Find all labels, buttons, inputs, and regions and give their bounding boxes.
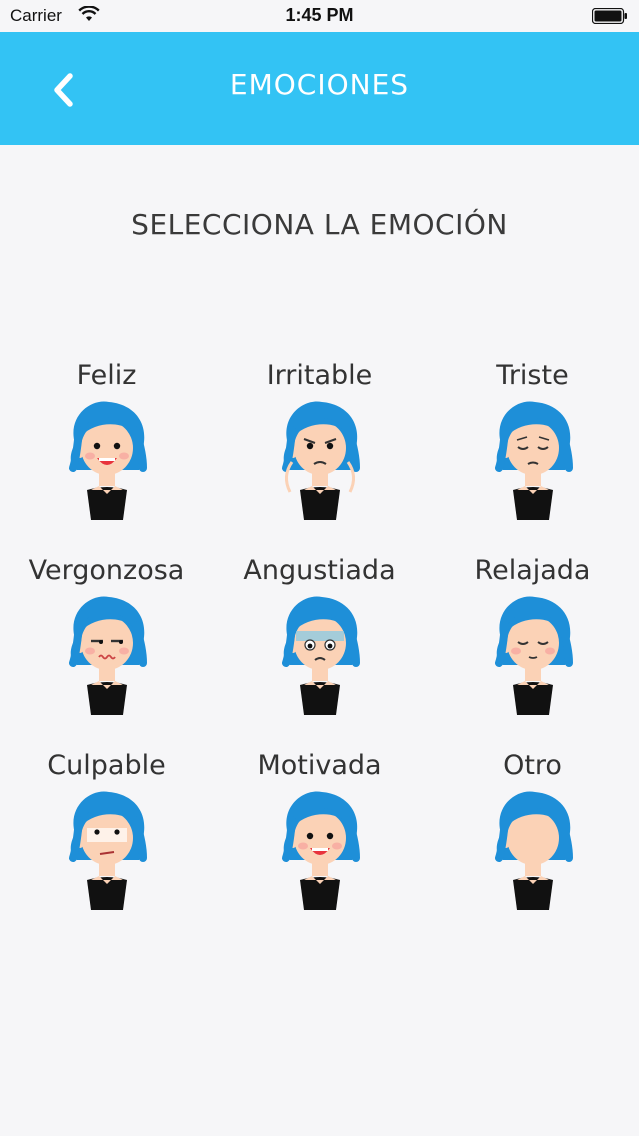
battery-icon xyxy=(592,8,627,24)
emotion-label: Otro xyxy=(503,750,562,781)
happy-face-icon xyxy=(68,401,147,520)
emotion-label: Feliz xyxy=(76,360,137,391)
anguished-face-icon xyxy=(281,596,360,715)
clock: 1:45 PM xyxy=(285,5,354,25)
emotion-option[interactable]: Vergonzosa xyxy=(0,555,213,745)
emotion-option[interactable]: Angustiada xyxy=(213,555,426,745)
emotion-label: Irritable xyxy=(266,360,373,391)
emotion-label: Relajada xyxy=(474,555,591,586)
emotion-label: Vergonzosa xyxy=(28,555,185,586)
emotion-label: Angustiada xyxy=(243,555,396,586)
relaxed-face-icon xyxy=(494,596,573,715)
status-bar: Carrier 1:45 PM xyxy=(0,0,639,32)
emotion-label: Culpable xyxy=(47,750,166,781)
emotion-option[interactable]: Irritable xyxy=(213,360,426,550)
ashamed-face-icon xyxy=(68,596,147,715)
emotion-option[interactable]: Otro xyxy=(426,750,639,940)
guilty-face-icon xyxy=(68,791,147,910)
page-title: EMOCIONES xyxy=(229,68,410,101)
emotion-option[interactable]: Feliz xyxy=(0,360,213,550)
emotion-option[interactable]: Culpable xyxy=(0,750,213,940)
emotion-option[interactable]: Triste xyxy=(426,360,639,550)
nav-bar: EMOCIONES xyxy=(0,32,639,145)
blank-face-icon xyxy=(494,791,573,910)
sad-face-icon xyxy=(494,401,573,520)
emotion-label: Triste xyxy=(496,360,569,391)
instruction-heading: SELECCIONA LA EMOCIÓN xyxy=(131,208,508,241)
emotion-label: Motivada xyxy=(257,750,382,781)
irritable-face-icon xyxy=(281,401,360,520)
emotion-option[interactable]: Relajada xyxy=(426,555,639,745)
motivated-face-icon xyxy=(281,791,360,910)
emotion-option[interactable]: Motivada xyxy=(213,750,426,940)
